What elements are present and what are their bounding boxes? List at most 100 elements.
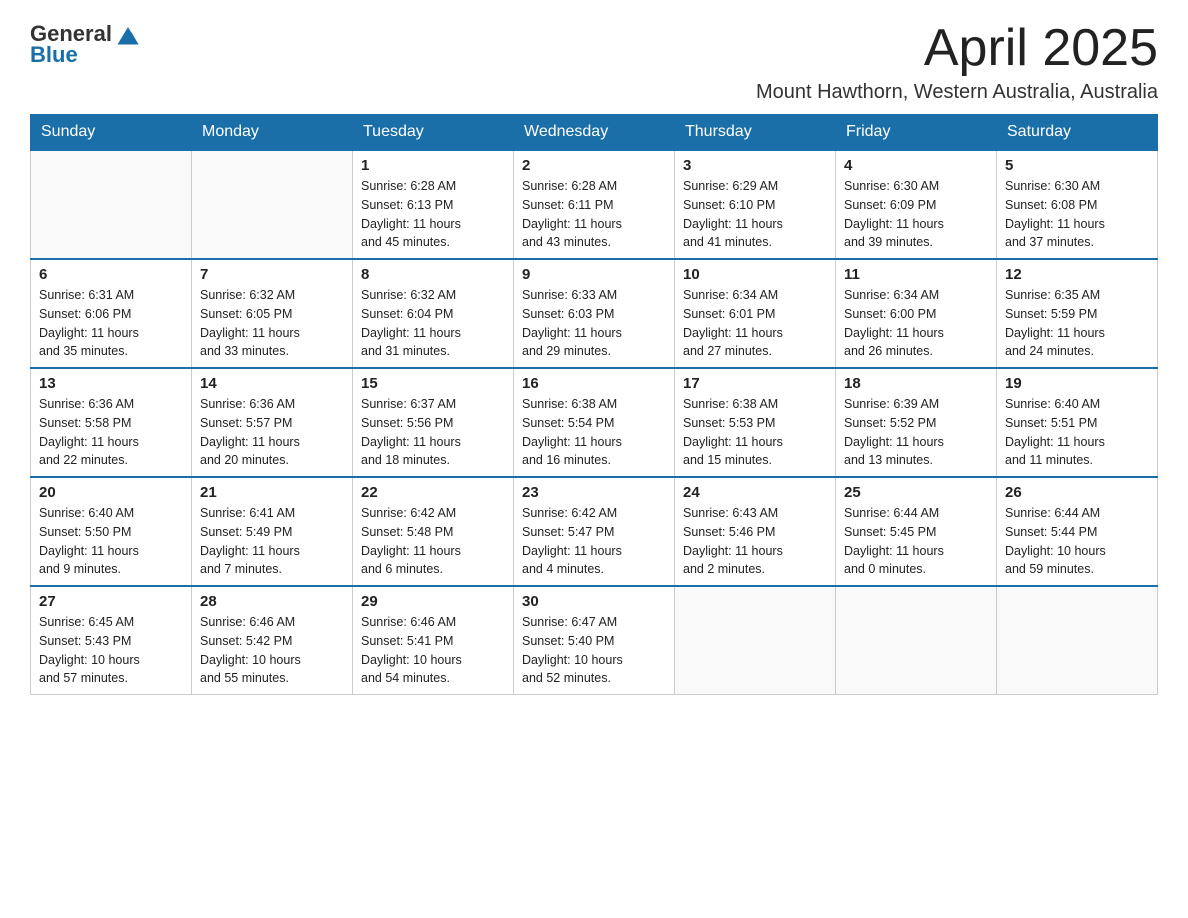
day-number: 18 [844, 375, 988, 392]
day-number: 11 [844, 266, 988, 283]
calendar-day-cell: 26Sunrise: 6:44 AM Sunset: 5:44 PM Dayli… [997, 477, 1158, 586]
calendar-day-cell: 4 Sunrise: 6:30 AM Sunset: 6:09 PM Daylig… [836, 150, 997, 259]
calendar-day-cell [836, 586, 997, 695]
day-info: Sunrise: 6:32 AM Sunset: 6:05 PM Dayligh… [200, 286, 344, 361]
calendar-day-header: Wednesday [514, 115, 675, 151]
day-info: Sunrise: 6:30 AM Sunset: 6:08 PM Dayligh… [1005, 177, 1149, 252]
calendar-table: SundayMondayTuesdayWednesdayThursdayFrid… [30, 114, 1158, 695]
day-info: Sunrise: 6:41 AM Sunset: 5:49 PM Dayligh… [200, 504, 344, 579]
day-number: 10 [683, 266, 827, 283]
day-info: Sunrise: 6:32 AM Sunset: 6:04 PM Dayligh… [361, 286, 505, 361]
day-info: Sunrise: 6:37 AM Sunset: 5:56 PM Dayligh… [361, 395, 505, 470]
day-number: 8 [361, 266, 505, 283]
day-info: Sunrise: 6:38 AM Sunset: 5:53 PM Dayligh… [683, 395, 827, 470]
calendar-week-row: 1 Sunrise: 6:28 AM Sunset: 6:13 PM Daylig… [31, 150, 1158, 259]
location-title: Mount Hawthorn, Western Australia, Austr… [756, 81, 1158, 104]
calendar-day-cell: 10 Sunrise: 6:34 AM Sunset: 6:01 PM Dayli… [675, 259, 836, 368]
day-number: 26 [1005, 484, 1149, 501]
day-number: 29 [361, 593, 505, 610]
calendar-day-cell: 2 Sunrise: 6:28 AM Sunset: 6:11 PM Daylig… [514, 150, 675, 259]
calendar-day-cell: 18 Sunrise: 6:39 AM Sunset: 5:52 PM Dayli… [836, 368, 997, 477]
day-info: Sunrise: 6:31 AM Sunset: 6:06 PM Dayligh… [39, 286, 183, 361]
day-info: Sunrise: 6:44 AM Sunset: 5:45 PM Dayligh… [844, 504, 988, 579]
day-info: Sunrise: 6:47 AM Sunset: 5:40 PM Dayligh… [522, 613, 666, 688]
day-number: 6 [39, 266, 183, 283]
day-info: Sunrise: 6:33 AM Sunset: 6:03 PM Dayligh… [522, 286, 666, 361]
day-number: 28 [200, 593, 344, 610]
calendar-day-cell [997, 586, 1158, 695]
day-number: 30 [522, 593, 666, 610]
day-info: Sunrise: 6:42 AM Sunset: 5:47 PM Dayligh… [522, 504, 666, 579]
calendar-day-header: Tuesday [353, 115, 514, 151]
day-info: Sunrise: 6:34 AM Sunset: 6:00 PM Dayligh… [844, 286, 988, 361]
calendar-day-cell: 29 Sunrise: 6:46 AM Sunset: 5:41 PM Dayli… [353, 586, 514, 695]
day-info: Sunrise: 6:38 AM Sunset: 5:54 PM Dayligh… [522, 395, 666, 470]
month-title: April 2025 [756, 20, 1158, 77]
day-info: Sunrise: 6:36 AM Sunset: 5:58 PM Dayligh… [39, 395, 183, 470]
calendar-day-cell: 27 Sunrise: 6:45 AM Sunset: 5:43 PM Dayli… [31, 586, 192, 695]
day-info: Sunrise: 6:29 AM Sunset: 6:10 PM Dayligh… [683, 177, 827, 252]
logo-icon [114, 20, 142, 48]
day-info: Sunrise: 6:40 AM Sunset: 5:50 PM Dayligh… [39, 504, 183, 579]
calendar-day-cell: 24 Sunrise: 6:43 AM Sunset: 5:46 PM Dayli… [675, 477, 836, 586]
calendar-day-cell: 8 Sunrise: 6:32 AM Sunset: 6:04 PM Daylig… [353, 259, 514, 368]
day-number: 9 [522, 266, 666, 283]
day-info: Sunrise: 6:30 AM Sunset: 6:09 PM Dayligh… [844, 177, 988, 252]
day-number: 22 [361, 484, 505, 501]
calendar-day-cell: 23 Sunrise: 6:42 AM Sunset: 5:47 PM Dayli… [514, 477, 675, 586]
calendar-day-cell: 12 Sunrise: 6:35 AM Sunset: 5:59 PM Dayli… [997, 259, 1158, 368]
day-number: 27 [39, 593, 183, 610]
day-number: 5 [1005, 157, 1149, 174]
day-info: Sunrise: 6:43 AM Sunset: 5:46 PM Dayligh… [683, 504, 827, 579]
calendar-day-cell: 5 Sunrise: 6:30 AM Sunset: 6:08 PM Daylig… [997, 150, 1158, 259]
day-number: 3 [683, 157, 827, 174]
day-number: 1 [361, 157, 505, 174]
calendar-day-cell: 9 Sunrise: 6:33 AM Sunset: 6:03 PM Daylig… [514, 259, 675, 368]
day-info: Sunrise: 6:35 AM Sunset: 5:59 PM Dayligh… [1005, 286, 1149, 361]
day-number: 4 [844, 157, 988, 174]
calendar-day-cell: 15 Sunrise: 6:37 AM Sunset: 5:56 PM Dayli… [353, 368, 514, 477]
calendar-day-cell [31, 150, 192, 259]
day-info: Sunrise: 6:46 AM Sunset: 5:41 PM Dayligh… [361, 613, 505, 688]
day-info: Sunrise: 6:28 AM Sunset: 6:11 PM Dayligh… [522, 177, 666, 252]
day-info: Sunrise: 6:40 AM Sunset: 5:51 PM Dayligh… [1005, 395, 1149, 470]
day-number: 24 [683, 484, 827, 501]
day-number: 12 [1005, 266, 1149, 283]
calendar-day-cell [192, 150, 353, 259]
day-number: 16 [522, 375, 666, 392]
calendar-day-cell: 1 Sunrise: 6:28 AM Sunset: 6:13 PM Daylig… [353, 150, 514, 259]
day-info: Sunrise: 6:45 AM Sunset: 5:43 PM Dayligh… [39, 613, 183, 688]
calendar-day-cell: 11 Sunrise: 6:34 AM Sunset: 6:00 PM Dayli… [836, 259, 997, 368]
day-number: 13 [39, 375, 183, 392]
calendar-week-row: 13 Sunrise: 6:36 AM Sunset: 5:58 PM Dayli… [31, 368, 1158, 477]
calendar-day-header: Saturday [997, 115, 1158, 151]
day-number: 14 [200, 375, 344, 392]
calendar-day-cell: 6 Sunrise: 6:31 AM Sunset: 6:06 PM Daylig… [31, 259, 192, 368]
calendar-day-cell: 20 Sunrise: 6:40 AM Sunset: 5:50 PM Dayli… [31, 477, 192, 586]
calendar-week-row: 27 Sunrise: 6:45 AM Sunset: 5:43 PM Dayli… [31, 586, 1158, 695]
calendar-day-cell: 7Sunrise: 6:32 AM Sunset: 6:05 PM Daylig… [192, 259, 353, 368]
day-number: 2 [522, 157, 666, 174]
day-number: 15 [361, 375, 505, 392]
calendar-day-cell: 19 Sunrise: 6:40 AM Sunset: 5:51 PM Dayli… [997, 368, 1158, 477]
title-section: April 2025 Mount Hawthorn, Western Austr… [756, 20, 1158, 104]
day-number: 19 [1005, 375, 1149, 392]
calendar-day-cell: 25Sunrise: 6:44 AM Sunset: 5:45 PM Dayli… [836, 477, 997, 586]
day-number: 23 [522, 484, 666, 501]
day-info: Sunrise: 6:36 AM Sunset: 5:57 PM Dayligh… [200, 395, 344, 470]
calendar-day-cell: 13 Sunrise: 6:36 AM Sunset: 5:58 PM Dayli… [31, 368, 192, 477]
logo-blue: Blue [30, 42, 78, 68]
calendar-week-row: 6 Sunrise: 6:31 AM Sunset: 6:06 PM Daylig… [31, 259, 1158, 368]
day-info: Sunrise: 6:39 AM Sunset: 5:52 PM Dayligh… [844, 395, 988, 470]
day-info: Sunrise: 6:34 AM Sunset: 6:01 PM Dayligh… [683, 286, 827, 361]
day-number: 17 [683, 375, 827, 392]
calendar-day-cell: 16 Sunrise: 6:38 AM Sunset: 5:54 PM Dayli… [514, 368, 675, 477]
calendar-day-cell: 30 Sunrise: 6:47 AM Sunset: 5:40 PM Dayli… [514, 586, 675, 695]
day-info: Sunrise: 6:42 AM Sunset: 5:48 PM Dayligh… [361, 504, 505, 579]
day-info: Sunrise: 6:46 AM Sunset: 5:42 PM Dayligh… [200, 613, 344, 688]
day-info: Sunrise: 6:28 AM Sunset: 6:13 PM Dayligh… [361, 177, 505, 252]
calendar-week-row: 20 Sunrise: 6:40 AM Sunset: 5:50 PM Dayli… [31, 477, 1158, 586]
calendar-day-cell [675, 586, 836, 695]
calendar-day-header: Friday [836, 115, 997, 151]
day-number: 20 [39, 484, 183, 501]
